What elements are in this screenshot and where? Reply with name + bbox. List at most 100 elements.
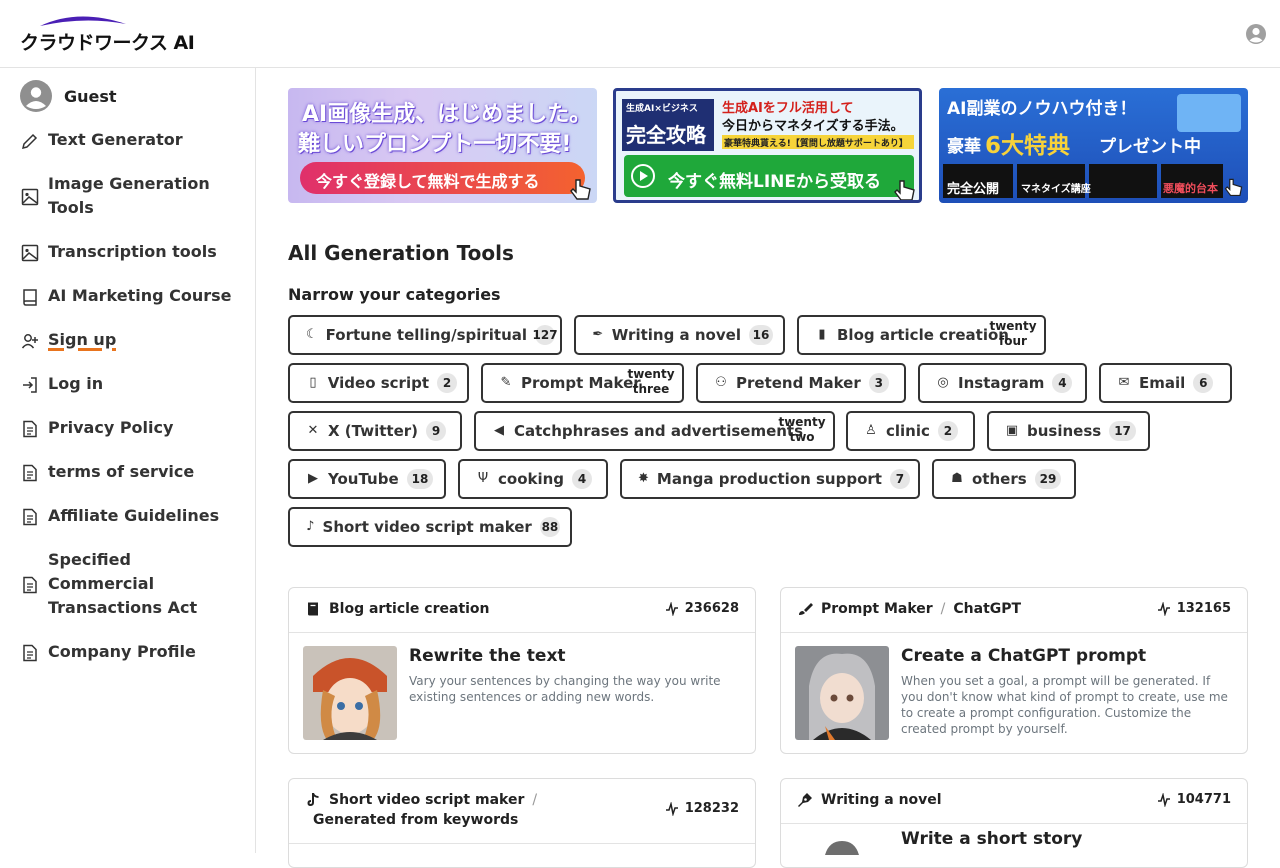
user-circle-icon[interactable] bbox=[1245, 23, 1267, 45]
chip-count: 3 bbox=[868, 373, 889, 393]
tool-card[interactable]: Prompt Maker / ChatGPT 132165 Create a C… bbox=[780, 587, 1248, 754]
chip-count: 2 bbox=[937, 421, 958, 441]
login-icon bbox=[23, 377, 37, 393]
sidebar-item-terms-of-service[interactable]: terms of service bbox=[20, 460, 240, 484]
activity-icon bbox=[1157, 792, 1170, 807]
sidebar-item-label: Log in bbox=[48, 374, 104, 393]
sidebar-item-privacy-policy[interactable]: Privacy Policy bbox=[20, 416, 240, 440]
card-category[interactable]: Short video script maker / bbox=[305, 792, 545, 808]
banner-line: 豪華 bbox=[947, 137, 981, 157]
card-description: When you set a goal, a prompt will be ge… bbox=[901, 674, 1228, 736]
x-icon: ✕ bbox=[307, 423, 319, 438]
user-plus-icon bbox=[21, 334, 38, 349]
card-subcategory-label: Generated from keywords bbox=[313, 812, 519, 828]
image-icon bbox=[21, 188, 39, 206]
card-subcategory-label: ChatGPT bbox=[953, 601, 1022, 617]
category-chip-blog-article-creation[interactable]: ▮ Blog article creation twenty four bbox=[797, 315, 1046, 355]
banner-line: プレゼント中 bbox=[1099, 137, 1201, 157]
document-icon: ▯ bbox=[309, 375, 317, 390]
top-bar: クラウドワークス AI bbox=[0, 0, 1280, 68]
category-chip-fortune-telling[interactable]: ☾ Fortune telling/spiritual 127 bbox=[288, 315, 562, 355]
activity-icon bbox=[1157, 601, 1170, 616]
chip-count: 127 bbox=[533, 325, 558, 345]
category-chip-youtube[interactable]: ▶ YouTube 18 bbox=[288, 459, 446, 499]
separator: / bbox=[940, 601, 946, 617]
category-chip-instagram[interactable]: ◎ Instagram 4 bbox=[918, 363, 1087, 403]
activity-icon bbox=[665, 601, 678, 616]
category-chip-prompt-maker[interactable]: ✎ Prompt Maker twenty three bbox=[481, 363, 684, 403]
card-view-count: 104771 bbox=[1176, 792, 1231, 807]
chip-label: Fortune telling/spiritual bbox=[325, 326, 528, 344]
chip-count: 88 bbox=[539, 517, 560, 537]
category-chip-clinic[interactable]: ♙ clinic 2 bbox=[846, 411, 975, 451]
banner-side-business[interactable]: AI副業のノウハウ付き！ 豪華 6大特典 プレゼント中 完全公開 マネタイズ講座… bbox=[939, 88, 1248, 203]
card-view-count: 128232 bbox=[684, 801, 739, 816]
guest-label: Guest bbox=[64, 86, 117, 106]
chip-count: 29 bbox=[1034, 469, 1062, 489]
tool-card[interactable]: Writing a novel 104771 Write a short sto… bbox=[780, 778, 1248, 868]
sidebar-item-affiliate-guidelines[interactable]: Affiliate Guidelines bbox=[20, 504, 240, 528]
brand-logo[interactable]: クラウドワークス AI bbox=[20, 14, 195, 56]
chip-count: 18 bbox=[406, 469, 434, 489]
chip-label: Instagram bbox=[958, 374, 1045, 392]
sidebar-item-log-in[interactable]: Log in bbox=[20, 372, 240, 396]
category-chip-others[interactable]: ☗ others 29 bbox=[932, 459, 1076, 499]
category-chip-catchphrases[interactable]: ◀ Catchphrases and advertisements twenty… bbox=[474, 411, 835, 451]
category-chip-short-video-script[interactable]: ♪ Short video script maker 88 bbox=[288, 507, 572, 547]
pencil-icon bbox=[21, 133, 38, 150]
category-chip-x-twitter[interactable]: ✕ X (Twitter) 9 bbox=[288, 411, 462, 451]
banner-line: 生成AIをフル活用して bbox=[722, 101, 854, 116]
category-chip-email[interactable]: ✉ Email 6 bbox=[1099, 363, 1232, 403]
category-chip-pretend-maker[interactable]: ⚇ Pretend Maker 3 bbox=[696, 363, 906, 403]
card-header: Prompt Maker / ChatGPT 132165 bbox=[781, 588, 1247, 633]
document-icon bbox=[23, 576, 37, 594]
sidebar-item-image-generation-tools[interactable]: Image Generation Tools bbox=[20, 172, 240, 220]
card-title: Rewrite the text bbox=[409, 646, 566, 666]
sidebar-item-company-profile[interactable]: Company Profile bbox=[20, 640, 240, 664]
sidebar-item-text-generator[interactable]: Text Generator bbox=[20, 128, 240, 152]
card-category[interactable]: Prompt Maker / ChatGPT bbox=[797, 601, 1021, 617]
chip-label: Manga production support bbox=[656, 470, 882, 488]
category-chip-business[interactable]: ▣ business 17 bbox=[987, 411, 1150, 451]
megaphone-icon: ◀ bbox=[494, 423, 504, 438]
sidebar-item-specified-commercial-transactions-act[interactable]: Specified Commercial Transactions Act bbox=[20, 548, 240, 620]
sidebar-item-transcription-tools[interactable]: Transcription tools bbox=[20, 240, 240, 264]
category-chip-video-script[interactable]: ▯ Video script 2 bbox=[288, 363, 469, 403]
utensils-icon: Ψ bbox=[477, 471, 489, 486]
category-chip-cooking[interactable]: Ψ cooking 4 bbox=[458, 459, 608, 499]
category-chip-writing-a-novel[interactable]: ✒ Writing a novel 16 bbox=[574, 315, 785, 355]
chip-label: Pretend Maker bbox=[736, 374, 861, 392]
tool-card[interactable]: Blog article creation 236628 Rewrite the… bbox=[288, 587, 756, 754]
chip-label: Catchphrases and advertisements bbox=[514, 422, 804, 440]
categories-heading: Narrow your categories bbox=[288, 285, 501, 304]
banner-image-generation[interactable]: AI画像生成、はじめました。 難しいプロンプト一切不要! 今すぐ登録して無料で生… bbox=[288, 88, 597, 203]
hand-cursor-icon bbox=[1224, 178, 1243, 197]
card-header: Blog article creation 236628 bbox=[289, 588, 755, 633]
chip-label: Email bbox=[1139, 374, 1186, 392]
card-category-label: Short video script maker bbox=[329, 792, 525, 808]
chip-label: others bbox=[972, 470, 1027, 488]
category-chip-manga-production[interactable]: ✸ Manga production support 7 bbox=[620, 459, 920, 499]
brush-icon: ✎ bbox=[500, 375, 512, 390]
chip-label: cooking bbox=[498, 470, 565, 488]
play-icon bbox=[631, 164, 655, 188]
youtube-icon: ▶ bbox=[308, 471, 318, 486]
card-subcategory[interactable]: Generated from keywords bbox=[313, 812, 518, 828]
card-category[interactable]: Blog article creation bbox=[305, 601, 490, 617]
tool-card[interactable]: Short video script maker / Generated fro… bbox=[288, 778, 756, 868]
sidebar-item-ai-marketing-course[interactable]: AI Marketing Course bbox=[20, 284, 240, 308]
card-header: Short video script maker / Generated fro… bbox=[289, 779, 755, 844]
banner-box-text: 完全公開 bbox=[947, 182, 1000, 197]
sidebar-item-label: Company Profile bbox=[48, 642, 196, 661]
chip-count: 17 bbox=[1109, 421, 1136, 441]
avatar-icon bbox=[20, 80, 52, 112]
card-views: 236628 bbox=[665, 601, 739, 616]
card-description: Vary your sentences by changing the way … bbox=[409, 674, 721, 704]
document-icon bbox=[23, 644, 37, 662]
banner-line-bonus[interactable]: 生成AI×ビジネス 完全攻略 生成AIをフル活用して 今日からマネタイズする手法… bbox=[613, 88, 922, 203]
sidebar-item-label: Text Generator bbox=[48, 130, 183, 149]
doctor-icon: ♙ bbox=[865, 423, 877, 438]
guest-profile[interactable]: Guest bbox=[20, 80, 117, 112]
card-category[interactable]: Writing a novel bbox=[797, 792, 942, 808]
sidebar-item-label: Privacy Policy bbox=[48, 418, 174, 437]
